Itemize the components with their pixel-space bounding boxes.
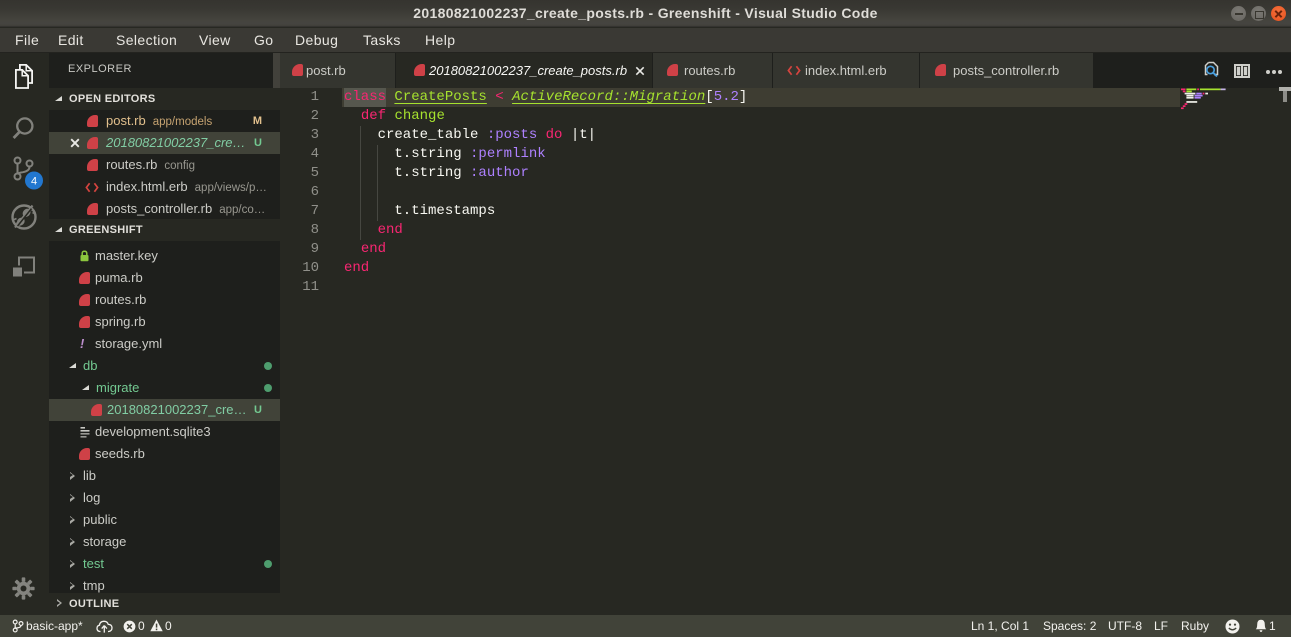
svg-text:4: 4 (31, 176, 37, 188)
